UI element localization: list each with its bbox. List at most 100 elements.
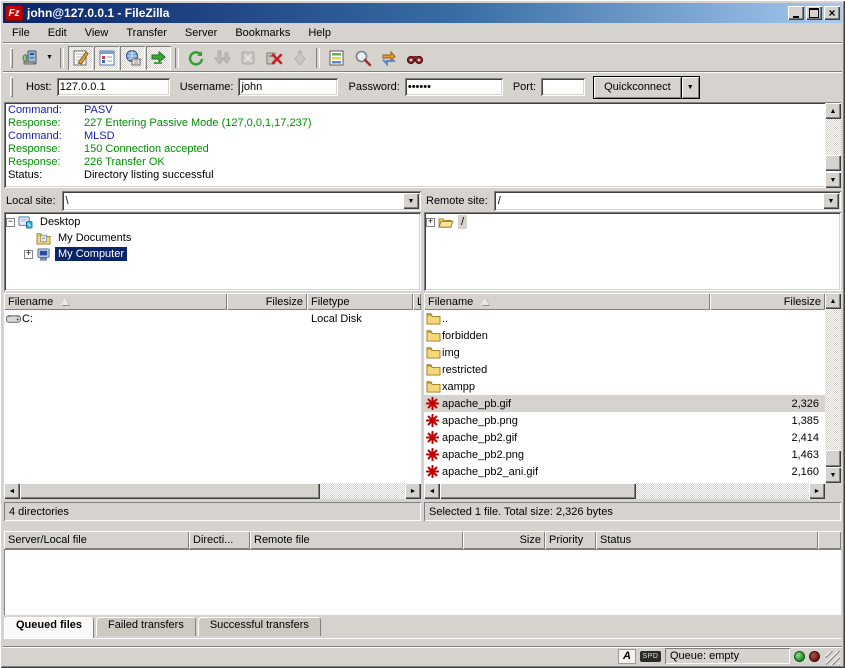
tab-queued-files[interactable]: Queued files — [4, 617, 94, 638]
column-status[interactable]: Status — [596, 531, 818, 549]
file-row[interactable]: restricted — [424, 361, 825, 378]
remote-list-header: Filename Filesize — [424, 293, 825, 310]
password-input[interactable] — [405, 78, 503, 96]
sync-browsing-button[interactable] — [376, 46, 401, 70]
file-row[interactable]: apache_pb2.png 1,463 — [424, 446, 825, 463]
compare-button[interactable] — [350, 46, 375, 70]
scroll-thumb[interactable] — [20, 483, 320, 499]
remote-site-combo[interactable]: / ▼ — [494, 191, 841, 211]
expand-icon[interactable] — [426, 218, 435, 227]
expand-icon[interactable] — [24, 250, 33, 259]
toolbar-gripper[interactable] — [10, 48, 13, 68]
find-files-button[interactable] — [402, 46, 427, 70]
column-filename[interactable]: Filename — [424, 293, 710, 310]
toggle-log-button[interactable] — [68, 46, 93, 70]
menu-server[interactable]: Server — [176, 25, 226, 41]
file-name: apache_pb2.gif — [442, 432, 715, 444]
column-empty[interactable] — [818, 531, 841, 549]
tree-item-desktop[interactable]: Desktop — [6, 214, 419, 230]
scroll-up-icon[interactable]: ▲ — [825, 103, 841, 119]
collapse-icon[interactable] — [6, 218, 15, 227]
file-row[interactable]: forbidden — [424, 327, 825, 344]
scroll-track[interactable] — [825, 119, 841, 155]
remote-vscrollbar[interactable]: ▲ ▼ — [825, 293, 841, 483]
tree-item-my-documents[interactable]: My Documents — [24, 230, 419, 246]
file-row[interactable]: apache_pb.png 1,385 — [424, 412, 825, 429]
host-input[interactable] — [57, 78, 170, 96]
queue-list[interactable] — [4, 549, 841, 615]
file-row[interactable]: apache_pb2.gif 2,414 — [424, 429, 825, 446]
toggle-remote-tree-button[interactable] — [120, 46, 145, 70]
file-row[interactable]: img — [424, 344, 825, 361]
file-size: 1,385 — [715, 415, 825, 427]
toggle-queue-button[interactable] — [146, 46, 171, 70]
tab-successful-transfers[interactable]: Successful transfers — [198, 617, 321, 636]
titlebar[interactable]: Fz john@127.0.0.1 - FileZilla — [3, 3, 842, 23]
cancel-button[interactable] — [235, 46, 260, 70]
username-input[interactable] — [238, 78, 338, 96]
column-filetype[interactable]: Filetype — [307, 293, 413, 310]
menu-edit[interactable]: Edit — [39, 25, 76, 41]
scroll-left-icon[interactable]: ◄ — [4, 483, 20, 499]
column-label: Filetype — [311, 296, 350, 308]
process-queue-button[interactable] — [209, 46, 234, 70]
local-hscrollbar[interactable]: ◄ ► — [4, 483, 421, 499]
menu-bookmarks[interactable]: Bookmarks — [226, 25, 299, 41]
tree-item-root[interactable]: / — [426, 214, 839, 230]
refresh-button[interactable] — [183, 46, 208, 70]
scroll-right-icon[interactable]: ► — [405, 483, 421, 499]
quickconnect-gripper[interactable] — [10, 77, 13, 97]
column-filename[interactable]: Filename — [4, 293, 227, 310]
filter-button[interactable] — [324, 46, 349, 70]
column-size[interactable]: Size — [463, 531, 545, 549]
toolbar-separator — [175, 48, 179, 68]
close-button[interactable] — [824, 6, 840, 20]
disconnect-button[interactable] — [261, 46, 286, 70]
toggle-local-tree-button[interactable] — [94, 46, 119, 70]
scroll-track[interactable] — [636, 483, 809, 499]
scroll-up-icon[interactable]: ▲ — [825, 293, 841, 309]
quickconnect-button[interactable]: Quickconnect — [593, 76, 682, 99]
menu-help[interactable]: Help — [299, 25, 340, 41]
menu-transfer[interactable]: Transfer — [117, 25, 176, 41]
reconnect-button[interactable] — [287, 46, 312, 70]
file-row-selected[interactable]: apache_pb.gif 2,326 — [424, 395, 825, 412]
scroll-left-icon[interactable]: ◄ — [424, 483, 440, 499]
column-filesize[interactable]: Filesize — [227, 293, 307, 310]
remote-site-dropdown[interactable]: ▼ — [823, 193, 839, 209]
local-site-dropdown[interactable]: ▼ — [403, 193, 419, 209]
maximize-button[interactable] — [806, 6, 822, 20]
tree-item-label: / — [458, 215, 467, 229]
file-row[interactable]: apache_pb2_ani.gif 2,160 — [424, 463, 825, 480]
scroll-thumb[interactable] — [440, 483, 636, 499]
scroll-track[interactable] — [825, 309, 841, 450]
column-server-local-file[interactable]: Server/Local file — [4, 531, 189, 549]
column-lastmodified[interactable]: L — [413, 293, 421, 310]
tree-item-my-computer[interactable]: My Computer — [24, 246, 419, 262]
site-manager-button[interactable] — [17, 46, 42, 70]
column-priority[interactable]: Priority — [545, 531, 596, 549]
column-filesize[interactable]: Filesize — [710, 293, 825, 310]
scroll-down-icon[interactable]: ▼ — [825, 172, 841, 188]
resize-grip[interactable] — [826, 651, 840, 665]
file-row-c-drive[interactable]: C: Local Disk — [4, 310, 421, 327]
minimize-button[interactable] — [788, 6, 804, 20]
log-scrollbar[interactable]: ▲ ▼ — [825, 103, 841, 188]
menu-view[interactable]: View — [76, 25, 118, 41]
column-direction[interactable]: Directi... — [189, 531, 250, 549]
remote-hscrollbar[interactable]: ◄ ► — [424, 483, 825, 499]
column-remote-file[interactable]: Remote file — [250, 531, 463, 549]
port-input[interactable] — [541, 78, 585, 96]
scroll-right-icon[interactable]: ► — [809, 483, 825, 499]
quickconnect-dropdown[interactable]: ▼ — [682, 76, 700, 99]
local-site-combo[interactable]: \ ▼ — [62, 191, 421, 211]
scroll-thumb[interactable] — [825, 155, 841, 171]
scroll-track[interactable] — [320, 483, 405, 499]
scroll-thumb[interactable] — [825, 450, 841, 467]
scroll-down-icon[interactable]: ▼ — [825, 467, 841, 483]
menu-file[interactable]: File — [3, 25, 39, 41]
site-manager-dropdown[interactable]: ▼ — [43, 46, 56, 70]
tab-failed-transfers[interactable]: Failed transfers — [96, 617, 196, 636]
file-row[interactable]: .. — [424, 310, 825, 327]
file-row[interactable]: xampp — [424, 378, 825, 395]
